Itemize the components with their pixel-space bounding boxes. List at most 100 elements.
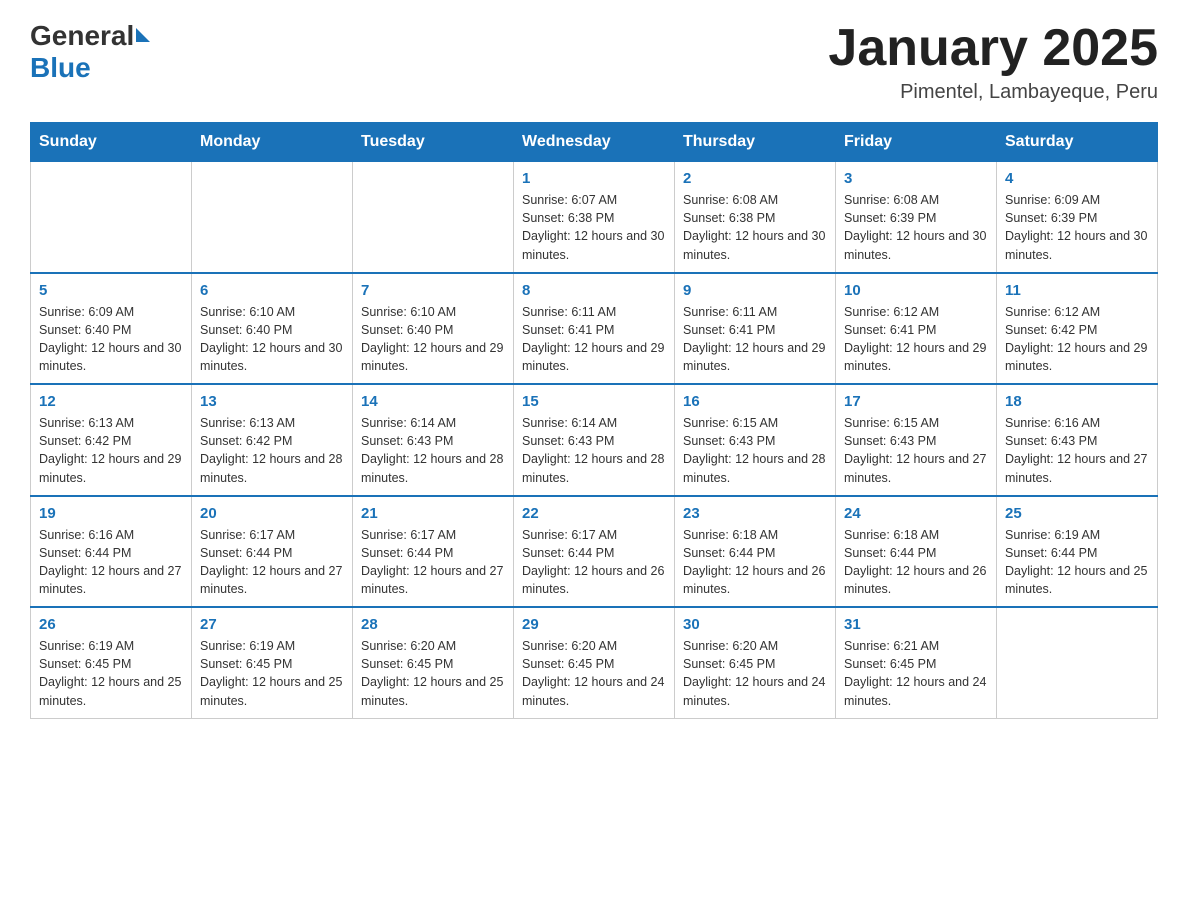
day-number: 17: [844, 393, 988, 410]
day-info: Sunrise: 6:07 AMSunset: 6:38 PMDaylight:…: [522, 191, 666, 264]
calendar-cell: 25 Sunrise: 6:19 AMSunset: 6:44 PMDayligh…: [997, 496, 1158, 608]
day-number: 25: [1005, 505, 1149, 522]
day-of-week-header: Monday: [192, 123, 353, 162]
day-number: 5: [39, 282, 183, 299]
day-number: 4: [1005, 170, 1149, 187]
day-info: Sunrise: 6:19 AMSunset: 6:45 PMDaylight:…: [39, 637, 183, 710]
day-number: 6: [200, 282, 344, 299]
day-number: 7: [361, 282, 505, 299]
day-info: Sunrise: 6:10 AMSunset: 6:40 PMDaylight:…: [361, 303, 505, 376]
calendar-cell: 28 Sunrise: 6:20 AMSunset: 6:45 PMDayligh…: [353, 607, 514, 718]
day-number: 13: [200, 393, 344, 410]
calendar-cell: 23 Sunrise: 6:18 AMSunset: 6:44 PMDayligh…: [675, 496, 836, 608]
day-info: Sunrise: 6:12 AMSunset: 6:42 PMDaylight:…: [1005, 303, 1149, 376]
day-number: 16: [683, 393, 827, 410]
calendar-cell: [31, 162, 192, 273]
logo: General Blue: [30, 20, 150, 84]
day-info: Sunrise: 6:15 AMSunset: 6:43 PMDaylight:…: [844, 414, 988, 487]
day-of-week-header: Saturday: [997, 123, 1158, 162]
day-info: Sunrise: 6:16 AMSunset: 6:43 PMDaylight:…: [1005, 414, 1149, 487]
calendar-week-row: 26 Sunrise: 6:19 AMSunset: 6:45 PMDayligh…: [31, 607, 1158, 718]
calendar-cell: [192, 162, 353, 273]
logo-general: General: [30, 20, 134, 52]
day-number: 18: [1005, 393, 1149, 410]
title-group: January 2025 Pimentel, Lambayeque, Peru: [828, 20, 1158, 104]
day-number: 27: [200, 616, 344, 633]
calendar-table: SundayMondayTuesdayWednesdayThursdayFrid…: [30, 122, 1158, 719]
calendar-cell: 8 Sunrise: 6:11 AMSunset: 6:41 PMDaylight…: [514, 273, 675, 385]
calendar-week-row: 19Sunrise: 6:16 AMSunset: 6:44 PMDayligh…: [31, 496, 1158, 608]
day-of-week-header: Friday: [836, 123, 997, 162]
page-header: General Blue January 2025 Pimentel, Lamb…: [30, 20, 1158, 104]
calendar-cell: 17 Sunrise: 6:15 AMSunset: 6:43 PMDayligh…: [836, 384, 997, 496]
day-number: 12: [39, 393, 183, 410]
calendar-cell: 6 Sunrise: 6:10 AMSunset: 6:40 PMDaylight…: [192, 273, 353, 385]
calendar-cell: 24Sunrise: 6:18 AMSunset: 6:44 PMDayligh…: [836, 496, 997, 608]
day-number: 26: [39, 616, 183, 633]
day-number: 11: [1005, 282, 1149, 299]
calendar-cell: 19Sunrise: 6:16 AMSunset: 6:44 PMDayligh…: [31, 496, 192, 608]
day-number: 31: [844, 616, 988, 633]
day-info: Sunrise: 6:21 AMSunset: 6:45 PMDaylight:…: [844, 637, 988, 710]
calendar-cell: 15Sunrise: 6:14 AMSunset: 6:43 PMDayligh…: [514, 384, 675, 496]
calendar-cell: 7 Sunrise: 6:10 AMSunset: 6:40 PMDaylight…: [353, 273, 514, 385]
location-title: Pimentel, Lambayeque, Peru: [828, 81, 1158, 104]
calendar-cell: 16 Sunrise: 6:15 AMSunset: 6:43 PMDayligh…: [675, 384, 836, 496]
day-info: Sunrise: 6:19 AMSunset: 6:45 PMDaylight:…: [200, 637, 344, 710]
calendar-cell: 21 Sunrise: 6:17 AMSunset: 6:44 PMDayligh…: [353, 496, 514, 608]
calendar-week-row: 1 Sunrise: 6:07 AMSunset: 6:38 PMDaylight…: [31, 162, 1158, 273]
calendar-cell: 3Sunrise: 6:08 AMSunset: 6:39 PMDaylight…: [836, 162, 997, 273]
calendar-cell: 5Sunrise: 6:09 AMSunset: 6:40 PMDaylight…: [31, 273, 192, 385]
calendar-cell: 1 Sunrise: 6:07 AMSunset: 6:38 PMDaylight…: [514, 162, 675, 273]
day-number: 2: [683, 170, 827, 187]
day-info: Sunrise: 6:15 AMSunset: 6:43 PMDaylight:…: [683, 414, 827, 487]
day-number: 30: [683, 616, 827, 633]
day-info: Sunrise: 6:13 AMSunset: 6:42 PMDaylight:…: [39, 414, 183, 487]
day-number: 21: [361, 505, 505, 522]
logo-triangle-icon: [136, 28, 150, 42]
calendar-cell: [997, 607, 1158, 718]
day-info: Sunrise: 6:11 AMSunset: 6:41 PMDaylight:…: [683, 303, 827, 376]
calendar-cell: 11 Sunrise: 6:12 AMSunset: 6:42 PMDayligh…: [997, 273, 1158, 385]
day-info: Sunrise: 6:18 AMSunset: 6:44 PMDaylight:…: [683, 526, 827, 599]
calendar-week-row: 5Sunrise: 6:09 AMSunset: 6:40 PMDaylight…: [31, 273, 1158, 385]
day-info: Sunrise: 6:20 AMSunset: 6:45 PMDaylight:…: [361, 637, 505, 710]
calendar-cell: 27 Sunrise: 6:19 AMSunset: 6:45 PMDayligh…: [192, 607, 353, 718]
day-number: 10: [844, 282, 988, 299]
day-of-week-header: Sunday: [31, 123, 192, 162]
day-number: 24: [844, 505, 988, 522]
day-info: Sunrise: 6:11 AMSunset: 6:41 PMDaylight:…: [522, 303, 666, 376]
calendar-week-row: 12 Sunrise: 6:13 AMSunset: 6:42 PMDayligh…: [31, 384, 1158, 496]
day-number: 14: [361, 393, 505, 410]
calendar-cell: 18 Sunrise: 6:16 AMSunset: 6:43 PMDayligh…: [997, 384, 1158, 496]
day-info: Sunrise: 6:14 AMSunset: 6:43 PMDaylight:…: [522, 414, 666, 487]
calendar-cell: 22Sunrise: 6:17 AMSunset: 6:44 PMDayligh…: [514, 496, 675, 608]
calendar-cell: 12 Sunrise: 6:13 AMSunset: 6:42 PMDayligh…: [31, 384, 192, 496]
day-number: 9: [683, 282, 827, 299]
day-info: Sunrise: 6:10 AMSunset: 6:40 PMDaylight:…: [200, 303, 344, 376]
day-info: Sunrise: 6:08 AMSunset: 6:39 PMDaylight:…: [844, 191, 988, 264]
calendar-cell: 4 Sunrise: 6:09 AMSunset: 6:39 PMDaylight…: [997, 162, 1158, 273]
day-number: 29: [522, 616, 666, 633]
calendar-cell: 2 Sunrise: 6:08 AMSunset: 6:38 PMDaylight…: [675, 162, 836, 273]
day-info: Sunrise: 6:14 AMSunset: 6:43 PMDaylight:…: [361, 414, 505, 487]
month-title: January 2025: [828, 20, 1158, 77]
day-number: 8: [522, 282, 666, 299]
day-number: 28: [361, 616, 505, 633]
calendar-cell: 31 Sunrise: 6:21 AMSunset: 6:45 PMDayligh…: [836, 607, 997, 718]
day-number: 1: [522, 170, 666, 187]
calendar-cell: 10 Sunrise: 6:12 AMSunset: 6:41 PMDayligh…: [836, 273, 997, 385]
day-info: Sunrise: 6:17 AMSunset: 6:44 PMDaylight:…: [361, 526, 505, 599]
day-info: Sunrise: 6:09 AMSunset: 6:39 PMDaylight:…: [1005, 191, 1149, 264]
day-number: 23: [683, 505, 827, 522]
day-info: Sunrise: 6:17 AMSunset: 6:44 PMDaylight:…: [200, 526, 344, 599]
calendar-cell: 14 Sunrise: 6:14 AMSunset: 6:43 PMDayligh…: [353, 384, 514, 496]
calendar-header-row: SundayMondayTuesdayWednesdayThursdayFrid…: [31, 123, 1158, 162]
day-info: Sunrise: 6:16 AMSunset: 6:44 PMDaylight:…: [39, 526, 183, 599]
calendar-cell: 26 Sunrise: 6:19 AMSunset: 6:45 PMDayligh…: [31, 607, 192, 718]
day-info: Sunrise: 6:19 AMSunset: 6:44 PMDaylight:…: [1005, 526, 1149, 599]
calendar-cell: 13 Sunrise: 6:13 AMSunset: 6:42 PMDayligh…: [192, 384, 353, 496]
day-info: Sunrise: 6:13 AMSunset: 6:42 PMDaylight:…: [200, 414, 344, 487]
day-info: Sunrise: 6:12 AMSunset: 6:41 PMDaylight:…: [844, 303, 988, 376]
day-info: Sunrise: 6:08 AMSunset: 6:38 PMDaylight:…: [683, 191, 827, 264]
